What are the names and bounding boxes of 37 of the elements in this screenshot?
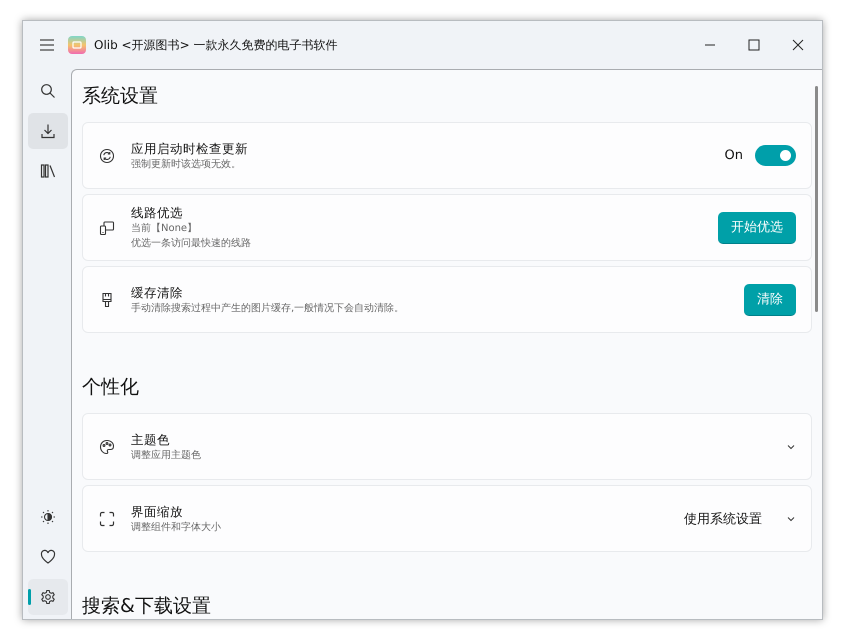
window-title: Olib <开源图书> 一款永久免费的电子书软件 [94, 36, 338, 54]
setting-title: 界面缩放 [131, 502, 184, 520]
section-title: 搜索&下载设置 [82, 594, 212, 619]
action-button[interactable]: 清除 [744, 284, 796, 316]
settings-nav-item[interactable] [28, 579, 68, 615]
close-icon[interactable] [792, 39, 804, 51]
library-icon [40, 163, 56, 179]
setting-description: 调整组件和字体大小 [131, 520, 222, 534]
section-title: 系统设置 [82, 84, 159, 109]
toggle-switch[interactable] [755, 145, 796, 166]
setting-description: 优选一条访问最快速的线路 [131, 236, 252, 251]
download-icon [40, 123, 56, 139]
setting-title: 应用启动时检查更新 [131, 140, 249, 156]
setting-description: 强制更新时该选项无效。 [131, 158, 242, 172]
setting-description: 当前【None】 [131, 222, 198, 236]
action-button[interactable]: 开始优选 [718, 212, 796, 244]
menu-icon[interactable] [39, 37, 55, 53]
maximize-icon[interactable] [748, 39, 760, 51]
app-logo-icon [68, 36, 86, 54]
search-icon [40, 83, 56, 99]
setting-title: 线路优选 [131, 204, 184, 221]
dropdown-value: 使用系统设置 [684, 510, 762, 528]
setting-title: 缓存清除 [131, 284, 184, 300]
devices-icon [99, 220, 115, 236]
settings-icon [40, 589, 56, 605]
download-nav-item[interactable] [28, 113, 68, 149]
section-title: 个性化 [82, 375, 140, 400]
palette-icon [99, 438, 115, 454]
setting-description: 手动清除搜索过程中产生的图片缓存,一般情况下会自动清除。 [131, 302, 406, 316]
scale-icon [99, 510, 115, 526]
scrollbar[interactable] [815, 86, 818, 312]
heart-icon [40, 549, 56, 565]
brightness-icon [40, 509, 56, 525]
refresh-icon [99, 148, 115, 164]
setting-title: 主题色 [131, 430, 171, 448]
setting-description: 调整应用主题色 [131, 448, 202, 462]
toggle-label: On [724, 148, 743, 163]
